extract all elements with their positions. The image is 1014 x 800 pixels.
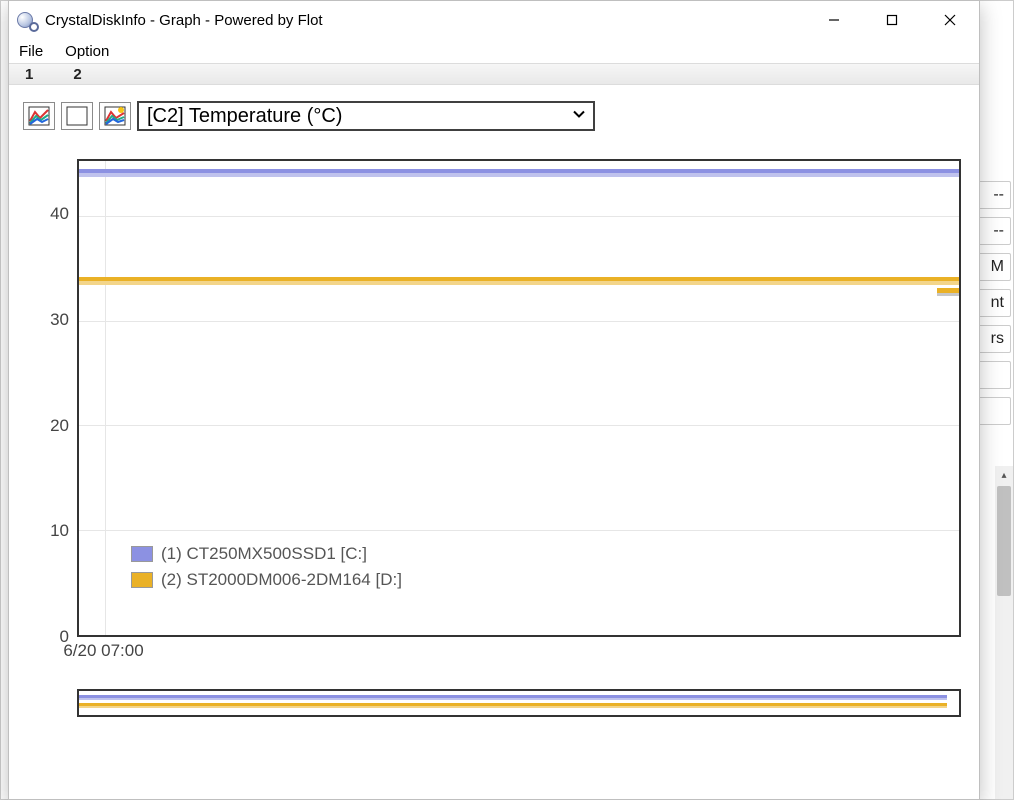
legend-swatch-1 [131, 546, 153, 562]
metric-dropdown[interactable]: [C2] Temperature (°C) [137, 101, 595, 131]
gridline-h [79, 425, 959, 426]
menu-option[interactable]: Option [61, 41, 113, 62]
y-tick: 30 [50, 310, 69, 330]
chart-blank-icon [66, 106, 88, 126]
minimize-button[interactable] [805, 1, 863, 39]
background-scrollbar: ▴ [995, 466, 1013, 799]
gridline-v [105, 161, 106, 635]
tab-1[interactable]: 1 [17, 66, 41, 83]
scroll-up-icon: ▴ [995, 466, 1013, 484]
graph-window: CrystalDiskInfo - Graph - Powered by Flo… [8, 0, 980, 800]
toolbar: [C2] Temperature (°C) [9, 85, 979, 135]
chart-zone: 40 30 20 10 0 [9, 135, 979, 717]
maximize-button[interactable] [863, 1, 921, 39]
menu-file[interactable]: File [15, 41, 47, 62]
overview-series-2-shadow [79, 706, 947, 708]
maximize-icon [886, 14, 898, 26]
main-chart: 40 30 20 10 0 [27, 159, 961, 637]
chart-multi-sun-icon [104, 106, 126, 126]
series-2-tail-shadow [937, 293, 959, 296]
legend-item-1[interactable]: (1) CT250MX500SSD1 [C:] [131, 541, 402, 567]
series-2-line-shadow [79, 281, 959, 285]
overview-chart[interactable] [77, 689, 961, 717]
y-tick: 20 [50, 416, 69, 436]
legend-label-2: (2) ST2000DM006-2DM164 [D:] [161, 567, 402, 593]
minimize-icon [828, 14, 840, 26]
chevron-down-icon [571, 105, 587, 128]
scroll-thumb [997, 486, 1011, 596]
y-tick: 10 [50, 521, 69, 541]
chart-style-c-button[interactable] [99, 102, 131, 130]
gridline-h [79, 216, 959, 217]
tab-2[interactable]: 2 [65, 66, 89, 83]
overview-series-1-shadow [79, 698, 947, 700]
y-tick: 40 [50, 204, 69, 224]
legend-swatch-2 [131, 572, 153, 588]
menubar: File Option [9, 39, 979, 63]
legend: (1) CT250MX500SSD1 [C:] (2) ST2000DM006-… [125, 539, 408, 595]
close-button[interactable] [921, 1, 979, 39]
chart-multi-icon [28, 106, 50, 126]
gridline-h [79, 530, 959, 531]
chart-style-b-button[interactable] [61, 102, 93, 130]
metric-dropdown-value: [C2] Temperature (°C) [147, 105, 342, 128]
series-1-line-shadow [79, 173, 959, 177]
titlebar[interactable]: CrystalDiskInfo - Graph - Powered by Flo… [9, 1, 979, 39]
legend-item-2[interactable]: (2) ST2000DM006-2DM164 [D:] [131, 567, 402, 593]
tab-strip: 1 2 [9, 63, 979, 85]
x-tick: 6/20 07:00 [63, 641, 143, 661]
y-axis: 40 30 20 10 0 [27, 159, 77, 637]
x-axis: 6/20 07:00 [77, 637, 961, 665]
close-icon [944, 14, 956, 26]
window-title: CrystalDiskInfo - Graph - Powered by Flo… [45, 12, 323, 29]
app-icon [17, 10, 37, 30]
chart-style-a-button[interactable] [23, 102, 55, 130]
legend-label-1: (1) CT250MX500SSD1 [C:] [161, 541, 367, 567]
plot-area[interactable]: (1) CT250MX500SSD1 [C:] (2) ST2000DM006-… [77, 159, 961, 637]
gridline-h [79, 321, 959, 322]
